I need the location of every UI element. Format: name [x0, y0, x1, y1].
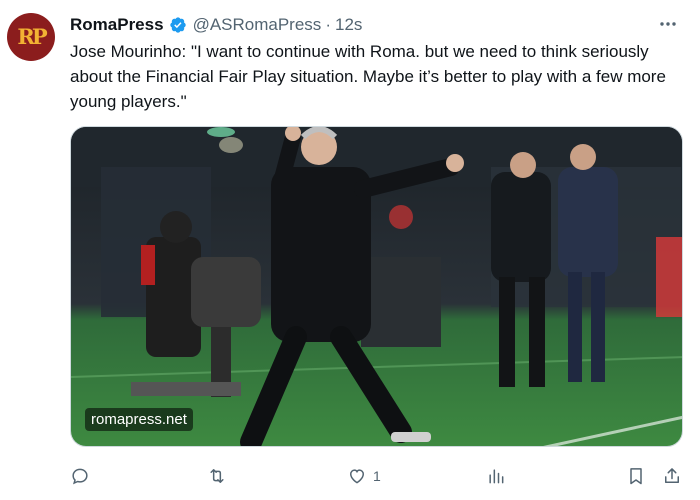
share-icon — [665, 468, 679, 483]
tweet-header: RomaPress @ASRomaPress · 12s — [70, 14, 362, 36]
share-button[interactable] — [662, 462, 682, 490]
user-handle[interactable]: @ASRomaPress — [193, 15, 322, 35]
tweet-photo[interactable]: romapress.net — [70, 126, 683, 447]
reply-button[interactable] — [70, 462, 96, 490]
like-button[interactable]: 1 — [347, 462, 381, 490]
avatar-logo-text: RP — [17, 24, 47, 49]
photo-illustration — [71, 127, 682, 446]
bookmark-icon — [630, 468, 642, 485]
tweet-text: Jose Mourinho: "I want to continue with … — [70, 42, 666, 111]
reply-icon — [72, 468, 88, 485]
retweet-icon — [210, 469, 224, 483]
more-options-icon[interactable] — [658, 14, 678, 34]
separator-dot: · — [325, 15, 331, 34]
views-button[interactable] — [486, 462, 512, 490]
display-name[interactable]: RomaPress — [70, 15, 164, 35]
avatar[interactable]: RP — [7, 13, 55, 61]
action-bar: 1 — [0, 462, 700, 490]
analytics-icon — [489, 469, 504, 484]
heart-icon — [349, 469, 365, 484]
photo-watermark: romapress.net — [85, 408, 193, 431]
timestamp[interactable]: 12s — [335, 15, 362, 35]
retweet-button[interactable] — [207, 462, 233, 490]
bookmark-button[interactable] — [626, 462, 646, 490]
like-count: 1 — [373, 468, 381, 484]
tweet-card: RP RomaPress @ASRomaPress · 12s Jose Mou… — [0, 0, 700, 500]
verified-badge-icon — [169, 17, 186, 33]
